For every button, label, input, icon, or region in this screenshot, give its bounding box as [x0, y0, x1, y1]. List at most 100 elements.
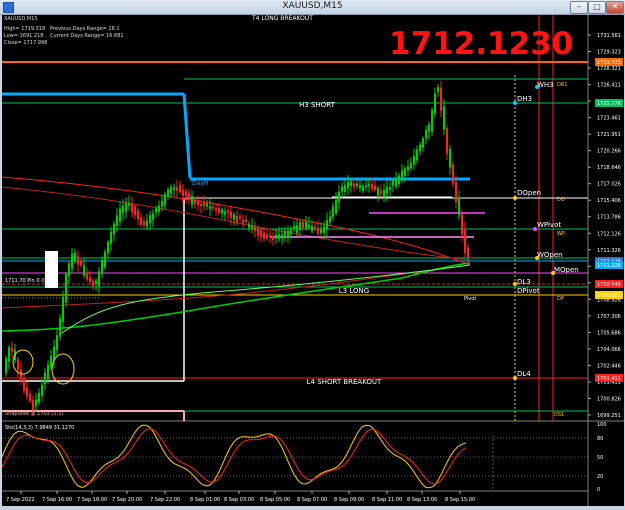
candle-body [164, 193, 166, 205]
candle-body [119, 208, 121, 222]
price-tag-label: 1701.451 [597, 376, 621, 382]
day-high-blue-step [182, 93, 192, 179]
candle-body [83, 265, 85, 276]
price-axis-label: 1718.646 [597, 165, 621, 171]
candle-body [407, 166, 409, 171]
label-h3-short: H3 SHORT [299, 101, 336, 109]
time-axis-label: 8 Sep 13:00 [407, 497, 437, 503]
title-bar[interactable]: XAUUSD,M15 – □ ✕ [0, 0, 625, 15]
candle-body [143, 220, 145, 226]
candle-body [32, 400, 34, 411]
close-button[interactable]: ✕ [606, 1, 624, 14]
candle-body [11, 347, 13, 352]
candle-body [410, 162, 412, 169]
price-tag-label: 1725.776 [597, 101, 621, 107]
time-axis-label: 8 Sep 09:00 [334, 497, 364, 503]
label-wp: WP [557, 231, 565, 237]
candle-body [140, 217, 142, 226]
candle-body [455, 181, 457, 203]
price-axis-label: 1711.326 [597, 248, 621, 254]
candle-body [59, 318, 61, 337]
candle-body [215, 207, 217, 211]
time-axis-label: 8 Sep 01:00 [190, 497, 220, 503]
candle-body [347, 181, 349, 189]
candle-body [425, 130, 427, 139]
info-low: Low= 1691.218 [4, 33, 44, 39]
candle-body [257, 229, 259, 236]
candle-body [68, 263, 70, 276]
label-l3-long: L3 LONG [339, 287, 369, 295]
candle-body [350, 181, 352, 186]
price-axis-label: 1700.826 [597, 396, 621, 402]
price-axis-label: 1705.686 [597, 330, 621, 336]
candle-body [110, 231, 112, 244]
price-axis-label: 1723.461 [597, 116, 621, 122]
candle-body [50, 356, 52, 367]
candle-body [458, 197, 460, 216]
label-mopen: MOpen [554, 266, 579, 274]
dh3-dot [513, 101, 517, 105]
label-snapshot: SnapShot @ 1703 (1:1) [5, 411, 63, 417]
candle-body [440, 87, 442, 111]
candle-body [98, 271, 100, 287]
maximize-button[interactable]: □ [588, 1, 606, 14]
candle-body [269, 234, 271, 237]
candle-body [401, 170, 403, 179]
candle-body [437, 87, 439, 92]
candle-body [434, 93, 436, 114]
time-axis-label: 7 Sep 20:00 [112, 497, 142, 503]
candle-body [293, 226, 295, 229]
candle-body [461, 214, 463, 235]
candle-body [122, 205, 124, 213]
circle-marker-1 [12, 349, 34, 375]
chart-canvas[interactable]: H3 SHORT L3 LONG L4 SHORT BREAKOUT DayH … [1, 15, 624, 506]
candle-body [302, 221, 304, 229]
time-axis-label: 8 Sep 03:00 [224, 497, 254, 503]
info-close: Close= 1717.998 [4, 40, 48, 46]
time-axis[interactable]: 7 Sep 2022 7 Sep 16:00 7 Sep 18:00 7 Sep 20… [6, 491, 475, 503]
label-ds1: DS1 [554, 412, 564, 418]
price-axis-label: 1728.321 [597, 66, 621, 72]
candle-body [422, 138, 424, 148]
candle-body [44, 372, 46, 385]
candle-body [428, 124, 430, 132]
candle-body [209, 206, 211, 210]
candle-body [275, 234, 277, 238]
candle-body [86, 272, 88, 280]
candle-body [245, 219, 247, 222]
candle-body [173, 186, 175, 191]
minimize-button[interactable]: – [570, 1, 588, 14]
candle-body [179, 184, 181, 192]
candle-body [320, 228, 322, 234]
candle-body [188, 192, 190, 200]
candle-body [197, 200, 199, 205]
candle-body [89, 277, 91, 282]
candle-body [80, 260, 82, 266]
candle-body [92, 280, 94, 286]
price-chart[interactable]: H3 SHORT L3 LONG L4 SHORT BREAKOUT DayH … [1, 15, 624, 506]
candle-body [35, 399, 37, 407]
candle-body [185, 191, 187, 196]
candle-body [152, 213, 154, 220]
candle-body [182, 189, 184, 197]
time-axis-label: 8 Sep 05:00 [260, 497, 290, 503]
candle-body [419, 144, 421, 152]
candle-body [389, 186, 391, 190]
candle-body [71, 253, 73, 269]
candle-body [134, 206, 136, 216]
candle-body [38, 392, 40, 403]
candle-body [107, 241, 109, 254]
candle-body [17, 359, 19, 370]
candle-body [326, 220, 328, 230]
price-axis-label: 1717.026 [597, 182, 621, 188]
candle-body [359, 185, 361, 189]
time-axis-label: 7 Sep 22:00 [150, 497, 180, 503]
candle-body [281, 234, 283, 239]
info-prev-range: Previous Days Range= 28.1 [50, 26, 120, 32]
price-tag-label: 1710.545 [597, 282, 621, 288]
candle-body [311, 225, 313, 231]
stoch-axis-label: 100 [597, 422, 607, 428]
candles-group [5, 80, 469, 414]
price-axis[interactable]: 1731.5611729.3231728.3211726.4111725.776… [588, 33, 621, 419]
label-dl4: DL4 [517, 370, 531, 378]
